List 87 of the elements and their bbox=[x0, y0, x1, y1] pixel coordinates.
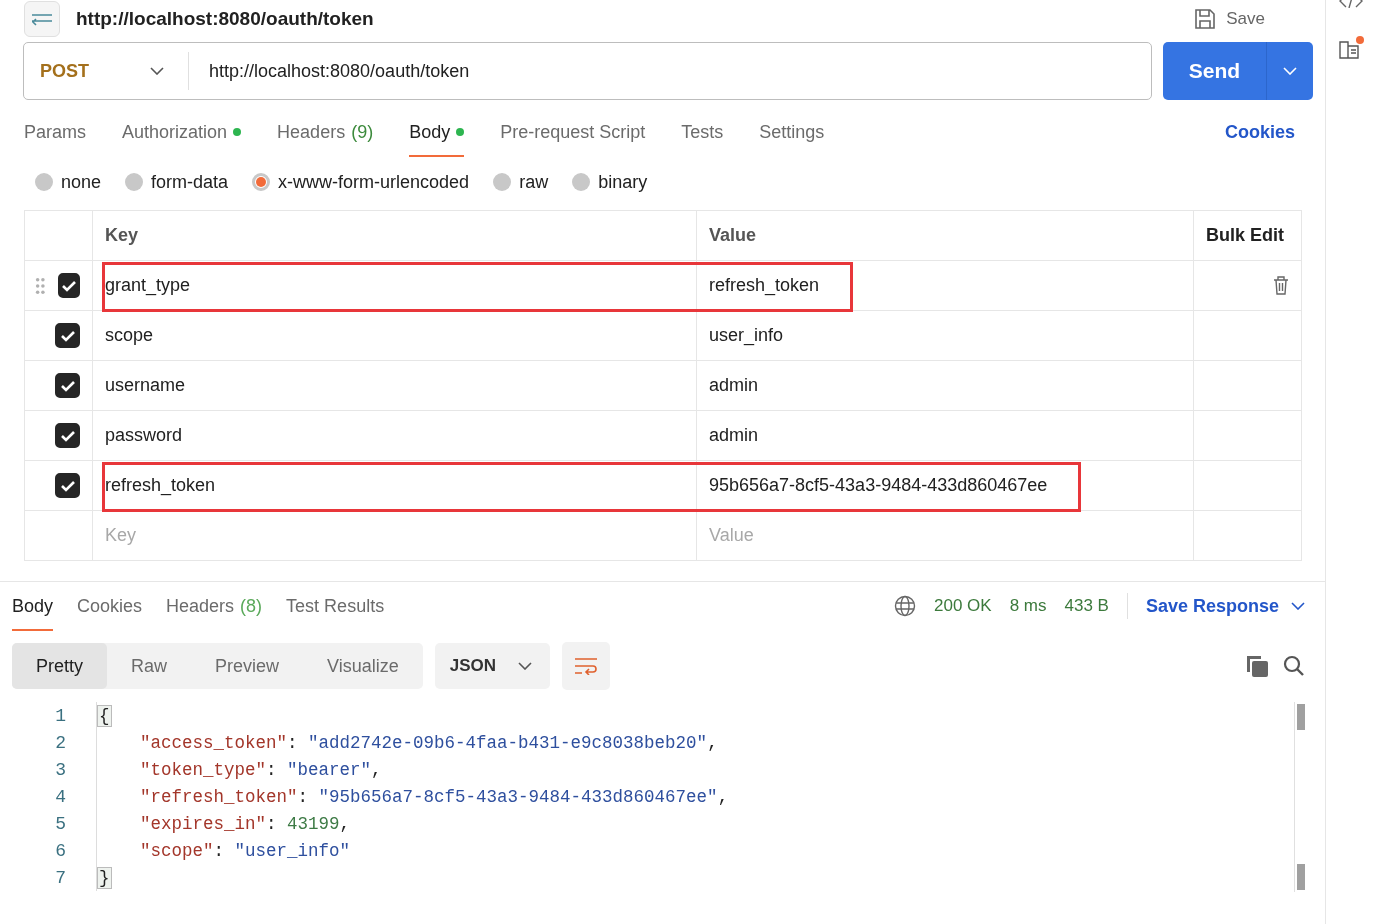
globe-icon[interactable] bbox=[894, 595, 916, 617]
key-cell[interactable]: grant_type bbox=[92, 260, 697, 311]
chevron-down-icon bbox=[1291, 602, 1305, 610]
wrap-icon bbox=[574, 657, 599, 675]
request-title: http://localhost:8080/oauth/token bbox=[76, 8, 375, 30]
body-type-radio[interactable]: form-data bbox=[125, 171, 229, 193]
url-bar[interactable]: POST http://localhost:8080/oauth/token bbox=[23, 42, 1152, 100]
key-cell[interactable]: password bbox=[92, 410, 697, 461]
body-type-radio[interactable]: binary bbox=[572, 171, 648, 193]
radio-button[interactable] bbox=[35, 173, 53, 191]
line-number: 6 bbox=[54, 840, 67, 861]
copy-icon[interactable] bbox=[1245, 654, 1269, 678]
documentation-icon[interactable] bbox=[1338, 36, 1364, 62]
wrap-button[interactable] bbox=[562, 642, 611, 690]
view-tab[interactable]: Preview bbox=[191, 643, 304, 689]
bulk-edit-button[interactable]: Bulk Edit bbox=[1193, 210, 1302, 261]
view-tab[interactable]: Pretty bbox=[12, 643, 107, 689]
chevron-down-icon bbox=[150, 67, 164, 75]
value-cell[interactable]: admin bbox=[709, 375, 759, 396]
body-type-radio[interactable]: raw bbox=[493, 171, 549, 193]
radio-button[interactable] bbox=[125, 173, 144, 191]
checkbox[interactable] bbox=[55, 473, 80, 498]
response-tab[interactable]: Test Results bbox=[286, 581, 385, 631]
checkmark-icon bbox=[59, 329, 76, 342]
radio-button[interactable] bbox=[572, 173, 591, 191]
request-tab[interactable]: Authorization bbox=[122, 107, 242, 157]
response-size: 433 B bbox=[1064, 596, 1109, 616]
send-button[interactable]: Send bbox=[1163, 42, 1267, 100]
value-cell[interactable]: refresh_token bbox=[709, 275, 820, 296]
response-tab[interactable]: Body bbox=[12, 581, 54, 631]
code-line: "token_type": "bearer", bbox=[96, 756, 382, 783]
line-number: 5 bbox=[54, 813, 67, 834]
checkmark-icon bbox=[59, 479, 76, 492]
key-cell[interactable]: refresh_token bbox=[92, 460, 697, 511]
checkmark-icon bbox=[60, 279, 77, 292]
request-tab[interactable]: Body bbox=[409, 107, 465, 157]
checkbox[interactable] bbox=[55, 323, 80, 348]
radio-button[interactable] bbox=[252, 173, 271, 191]
status-code: 200 OK bbox=[934, 596, 992, 616]
checkbox[interactable] bbox=[55, 373, 80, 398]
checkmark-icon bbox=[59, 429, 76, 442]
save-button[interactable]: Save bbox=[1194, 8, 1265, 30]
send-button-group[interactable]: Send bbox=[1163, 42, 1313, 100]
view-tab[interactable]: Visualize bbox=[303, 643, 423, 689]
method-dropdown[interactable]: POST bbox=[24, 52, 189, 90]
code-line: "scope": "user_info" bbox=[96, 837, 351, 864]
line-number: 2 bbox=[54, 732, 67, 753]
response-tab[interactable]: Cookies bbox=[77, 581, 143, 631]
request-tab[interactable]: Headers (9) bbox=[277, 107, 374, 157]
url-field[interactable]: http://localhost:8080/oauth/token bbox=[189, 60, 470, 82]
response-tab[interactable]: Headers (8) bbox=[166, 581, 263, 631]
code-line: { bbox=[96, 702, 112, 729]
save-response-button[interactable]: Save Response bbox=[1145, 595, 1305, 617]
view-tab[interactable]: Raw bbox=[107, 643, 192, 689]
code-line: "access_token": "add2742e-09b6-4faa-b431-e9c8038beb20", bbox=[96, 729, 718, 756]
key-cell[interactable]: username bbox=[92, 360, 697, 411]
line-number: 3 bbox=[54, 759, 67, 780]
request-tab[interactable]: Pre-request Script bbox=[500, 107, 646, 157]
request-tab[interactable]: Params bbox=[24, 107, 86, 157]
line-number: 7 bbox=[54, 867, 67, 888]
column-header: Key bbox=[92, 210, 697, 261]
drag-handle-icon[interactable] bbox=[35, 275, 46, 296]
body-type-radio[interactable]: x-www-form-urlencoded bbox=[252, 171, 470, 193]
response-time: 8 ms bbox=[1009, 596, 1047, 616]
cookies-link[interactable]: Cookies bbox=[1224, 121, 1295, 143]
value-cell[interactable]: user_info bbox=[709, 325, 784, 346]
trash-icon[interactable] bbox=[1273, 276, 1289, 295]
code-line: } bbox=[96, 864, 112, 891]
column-header: Value bbox=[696, 210, 1194, 261]
code-line: "refresh_token": "95b656a7-8cf5-43a3-9484-433d860467ee", bbox=[96, 783, 729, 810]
search-icon[interactable] bbox=[1283, 655, 1305, 677]
save-icon bbox=[1194, 8, 1217, 30]
request-tab[interactable]: Tests bbox=[681, 107, 724, 157]
checkbox[interactable] bbox=[55, 423, 80, 448]
line-number: 1 bbox=[54, 705, 67, 726]
chevron-down-icon bbox=[1283, 67, 1297, 75]
body-type-radio[interactable]: none bbox=[35, 171, 102, 193]
key-cell[interactable]: scope bbox=[92, 310, 697, 361]
format-dropdown[interactable]: JSON bbox=[434, 643, 551, 689]
checkbox[interactable] bbox=[57, 273, 80, 298]
value-cell[interactable]: admin bbox=[709, 425, 759, 446]
radio-button[interactable] bbox=[493, 173, 512, 191]
checkmark-icon bbox=[59, 379, 76, 392]
chevron-down-icon bbox=[518, 662, 533, 670]
line-number: 4 bbox=[54, 786, 67, 807]
request-tab[interactable]: Settings bbox=[759, 107, 825, 157]
code-line: "expires_in": 43199, bbox=[96, 810, 351, 837]
